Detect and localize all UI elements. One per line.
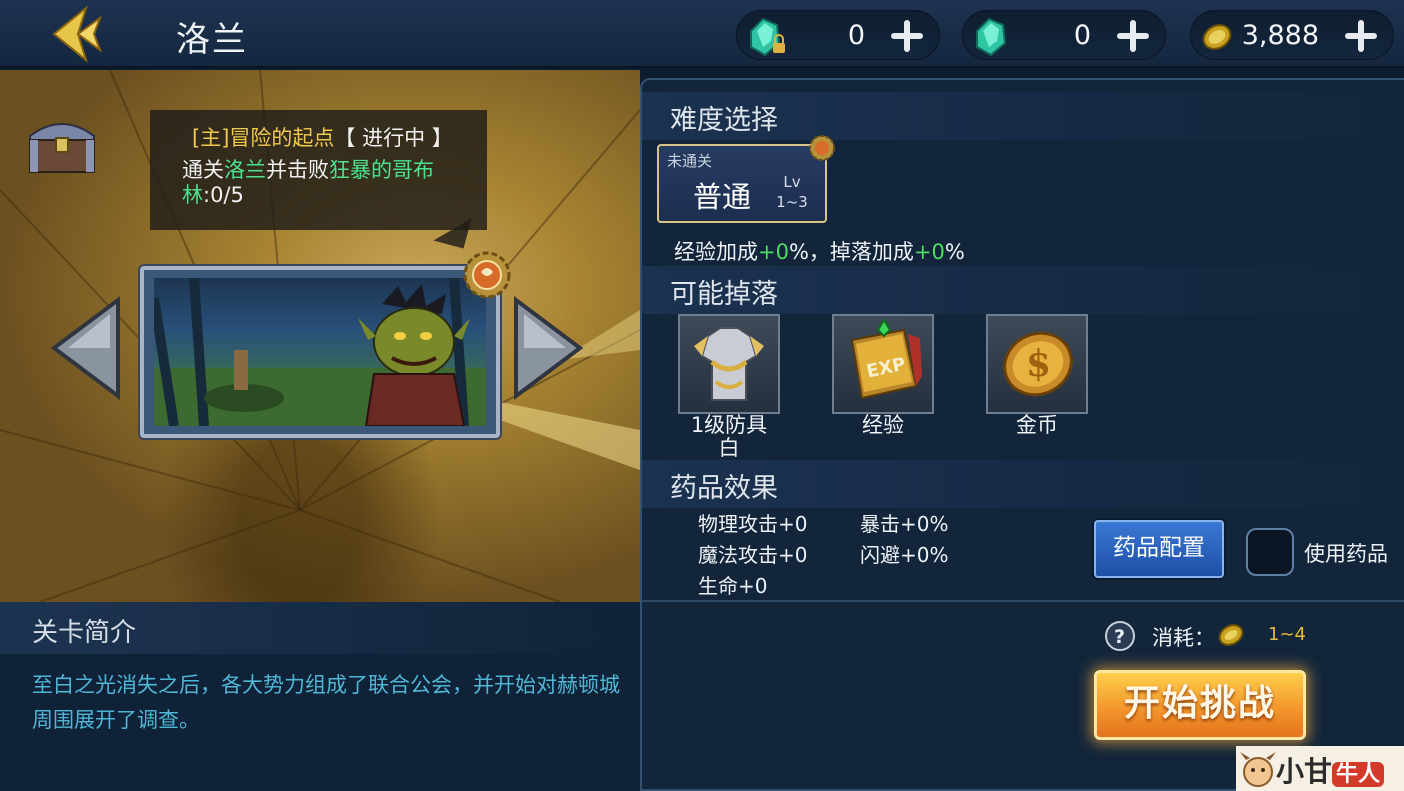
stage-detail-panel: 难度选择 未通关 普通 Lv 1~3 经验加成+0%，掉落加成+0% 可能掉落 …: [640, 78, 1404, 791]
potion-section-header: 药品效果: [642, 460, 1404, 508]
drop-item-quality: 白: [718, 436, 740, 460]
gold-coin-icon: [1216, 620, 1246, 650]
potion-config-button[interactable]: 药品配置: [1094, 520, 1224, 578]
difficulty-level-range: 1~3: [776, 193, 808, 211]
diamond-amount: 0: [1073, 20, 1091, 51]
cost-label: 消耗：: [1152, 626, 1215, 650]
exp-book-icon: EXP: [832, 314, 934, 414]
page-title: 洛兰: [176, 20, 248, 60]
back-button[interactable]: [48, 4, 118, 64]
difficulty-section-header: 难度选择: [642, 92, 1404, 140]
drop-item[interactable]: $ 金币: [986, 314, 1088, 437]
watermark-text-1: 小甘: [1276, 755, 1333, 788]
cost-value: 1~4: [1268, 624, 1306, 645]
back-arrow-icon: [52, 5, 103, 63]
diamond-icon: [976, 17, 1007, 57]
armor-icon: [678, 314, 780, 414]
drop-item-label: 经验: [862, 413, 904, 437]
quest-desc-text: 并击败: [266, 158, 329, 182]
stage-preview[interactable]: [140, 266, 500, 438]
help-icon[interactable]: ?: [1104, 620, 1136, 652]
treasure-chest-icon[interactable]: [22, 106, 102, 178]
panel-divider: [642, 600, 1404, 602]
exp-bonus-value: +0: [758, 240, 789, 264]
difficulty-normal-card[interactable]: 未通关 普通 Lv 1~3: [657, 144, 827, 223]
boss-seal-icon: [462, 250, 512, 300]
stat-physical-attack: 物理攻击+0: [698, 512, 808, 536]
watermark-text-2: 牛人: [1332, 762, 1385, 787]
quest-place: 洛兰: [224, 158, 266, 182]
stage-intro-header: 关卡简介: [0, 602, 640, 654]
drop-item-label: 金币: [1016, 413, 1058, 437]
prev-stage-button[interactable]: [50, 296, 124, 400]
goblin-stage-image: [154, 278, 486, 426]
use-potion-label: 使用药品: [1304, 542, 1388, 566]
quest-description: 通关洛兰并击败狂暴的哥布林:0/5: [182, 158, 472, 208]
drop-bonus-value: +0: [913, 240, 945, 264]
currency-locked-diamond: 0: [736, 10, 940, 60]
exp-bonus-label: 经验加成: [674, 240, 758, 264]
difficulty-seal-icon: [808, 134, 836, 162]
stat-dodge: 闪避+0%: [860, 543, 949, 567]
gold-coin-icon: [1202, 24, 1232, 50]
currency-gold: 3,888: [1190, 10, 1394, 60]
next-stage-button[interactable]: [510, 296, 584, 400]
use-potion-checkbox[interactable]: [1246, 528, 1294, 576]
drop-bonus-label: %，掉落加成: [788, 240, 914, 264]
stage-intro: 关卡简介 至白之光消失之后，各大势力组成了联合公会，并开始对赫顿城周围展开了调查…: [0, 602, 640, 791]
locked-diamond-amount: 0: [847, 20, 865, 51]
drop-item-label: 1级防具: [690, 413, 768, 437]
watermark-text: 小甘 牛人: [1276, 750, 1385, 790]
currency-diamond: 0: [962, 10, 1166, 60]
stage-intro-title: 关卡简介: [32, 618, 137, 648]
quest-title: [主]冒险的起点【 进行中 】: [192, 122, 453, 152]
gold-amount: 3,888: [1241, 20, 1319, 51]
stat-crit: 暴击+0%: [860, 512, 949, 536]
difficulty-status-tag: 未通关: [667, 152, 713, 170]
drop-item[interactable]: 1级防具 白: [678, 314, 780, 460]
quest-tooltip: [主]冒险的起点【 进行中 】 通关洛兰并击败狂暴的哥布林:0/5: [150, 110, 487, 230]
stage-map: [主]冒险的起点【 进行中 】 通关洛兰并击败狂暴的哥布林:0/5: [0, 70, 640, 602]
watermark-logo: 小甘 牛人: [1236, 746, 1404, 791]
quest-status: 【 进行中 】: [334, 126, 453, 150]
quest-progress: :0/5: [203, 183, 244, 207]
difficulty-level-label: Lv: [783, 173, 801, 191]
drops-section-title: 可能掉落: [670, 279, 778, 310]
drops-section-header: 可能掉落: [642, 266, 1404, 314]
stage-intro-text: 至白之光消失之后，各大势力组成了联合公会，并开始对赫顿城周围展开了调查。: [32, 673, 620, 732]
stat-hp: 生命+0: [698, 574, 768, 598]
add-diamond-button[interactable]: [1113, 14, 1153, 58]
top-bar: 洛兰 0 0 3,888: [0, 0, 1404, 68]
stat-magic-attack: 魔法攻击+0: [698, 543, 808, 567]
gold-coin-icon: $: [986, 314, 1088, 414]
quest-desc-text: 通关: [182, 158, 224, 182]
potion-section-title: 药品效果: [670, 473, 778, 504]
add-gold-button[interactable]: [1341, 14, 1381, 58]
arrow-left-icon: [50, 296, 120, 400]
arrow-right-icon: [514, 296, 584, 400]
locked-diamond-icon: [750, 17, 785, 57]
quest-title-text: [主]冒险的起点: [192, 126, 335, 150]
difficulty-bonus: 经验加成+0%，掉落加成+0%: [674, 236, 965, 266]
add-locked-diamond-button[interactable]: [887, 14, 927, 58]
difficulty-section-title: 难度选择: [670, 105, 778, 136]
drop-item[interactable]: EXP 经验: [832, 314, 934, 437]
difficulty-name: 普通: [693, 180, 752, 214]
drop-bonus-suffix: %: [944, 240, 965, 264]
svg-text:?: ?: [1114, 626, 1125, 648]
start-challenge-button[interactable]: 开始挑战: [1094, 670, 1306, 740]
cow-logo-icon: [1240, 752, 1276, 787]
difficulty-level: Lv 1~3: [775, 172, 809, 212]
svg-text:$: $: [1026, 343, 1051, 385]
